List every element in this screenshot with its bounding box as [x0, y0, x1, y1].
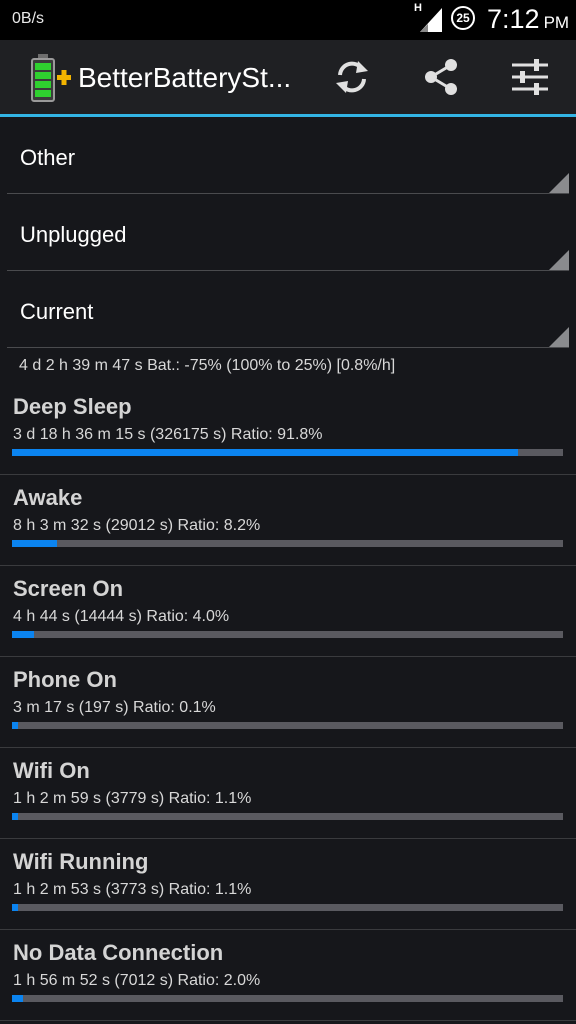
stat-name: Phone On [13, 667, 117, 692]
clock: 7:12 PM [487, 4, 569, 35]
to-spinner[interactable]: Current [7, 271, 569, 348]
list-item[interactable]: Deep Sleep 3 d 18 h 36 m 15 s (326175 s)… [0, 384, 576, 475]
dropdown-corner-icon [549, 327, 569, 347]
stat-name: Deep Sleep [13, 394, 132, 419]
stat-name: Wifi On [13, 758, 90, 783]
ratio-bar-fill [12, 449, 518, 456]
stat-detail: 1 h 56 m 52 s (7012 s) Ratio: 2.0% [13, 972, 261, 989]
stat-detail: 3 m 17 s (197 s) Ratio: 0.1% [13, 699, 216, 716]
battery-level-icon: 25 [451, 6, 475, 30]
list-item[interactable]: Wifi Running 1 h 2 m 53 s (3773 s) Ratio… [0, 839, 576, 930]
list-item[interactable]: Phone On 3 m 17 s (197 s) Ratio: 0.1% [0, 657, 576, 748]
ratio-bar-fill [12, 904, 19, 911]
ratio-bar [12, 904, 563, 911]
signal-icon [420, 8, 442, 32]
ratio-bar-fill [12, 540, 58, 547]
action-bar: BetterBatterySt... [0, 40, 576, 117]
reference-spinner[interactable]: Unplugged [7, 194, 569, 271]
category-spinner[interactable]: Other [7, 117, 569, 194]
status-bar: 0B/s H 25 7:12 PM [0, 0, 576, 40]
stat-name: Wifi Running [13, 849, 149, 874]
refresh-icon[interactable] [332, 57, 372, 97]
app-title: BetterBatterySt... [78, 62, 292, 93]
ratio-bar [12, 631, 563, 638]
ratio-bar [12, 995, 563, 1002]
ratio-bar-fill [12, 722, 18, 729]
list-item[interactable]: Awake 8 h 3 m 32 s (29012 s) Ratio: 8.2% [0, 475, 576, 566]
ratio-bar [12, 813, 563, 820]
list-item[interactable]: No Data Connection 1 h 56 m 52 s (7012 s… [0, 930, 576, 1021]
stat-name: Awake [13, 485, 83, 510]
ratio-bar [12, 722, 563, 729]
list-item[interactable]: Wifi On 1 h 2 m 59 s (3779 s) Ratio: 1.1… [0, 748, 576, 839]
stat-name: No Data Connection [13, 940, 224, 965]
ratio-bar [12, 540, 563, 547]
clock-ampm: PM [543, 13, 570, 32]
battery-app-icon[interactable] [30, 54, 72, 102]
stat-detail: 4 h 44 s (14444 s) Ratio: 4.0% [13, 608, 230, 625]
ratio-bar-fill [12, 813, 19, 820]
stat-name: Screen On [13, 576, 124, 601]
clock-time: 7:12 [487, 4, 540, 34]
stat-detail: 1 h 2 m 53 s (3773 s) Ratio: 1.1% [13, 881, 252, 898]
share-icon[interactable] [421, 57, 461, 97]
to-spinner-value: Current [20, 299, 94, 324]
stat-detail: 3 d 18 h 36 m 15 s (326175 s) Ratio: 91.… [13, 426, 323, 443]
settings-sliders-icon[interactable] [510, 57, 550, 97]
list-item[interactable]: Screen On 4 h 44 s (14444 s) Ratio: 4.0% [0, 566, 576, 657]
ratio-bar [12, 449, 563, 456]
ratio-bar-fill [12, 631, 35, 638]
stat-detail: 1 h 2 m 59 s (3779 s) Ratio: 1.1% [13, 790, 252, 807]
category-spinner-value: Other [20, 145, 76, 170]
summary-line: 4 d 2 h 39 m 47 s Bat.: -75% (100% to 25… [19, 357, 396, 374]
dropdown-corner-icon [549, 173, 569, 193]
dropdown-corner-icon [549, 250, 569, 270]
ratio-bar-fill [12, 995, 24, 1002]
stat-detail: 8 h 3 m 32 s (29012 s) Ratio: 8.2% [13, 517, 261, 534]
battery-level: 25 [456, 11, 470, 25]
network-speed: 0B/s [12, 10, 45, 27]
reference-spinner-value: Unplugged [20, 222, 127, 247]
